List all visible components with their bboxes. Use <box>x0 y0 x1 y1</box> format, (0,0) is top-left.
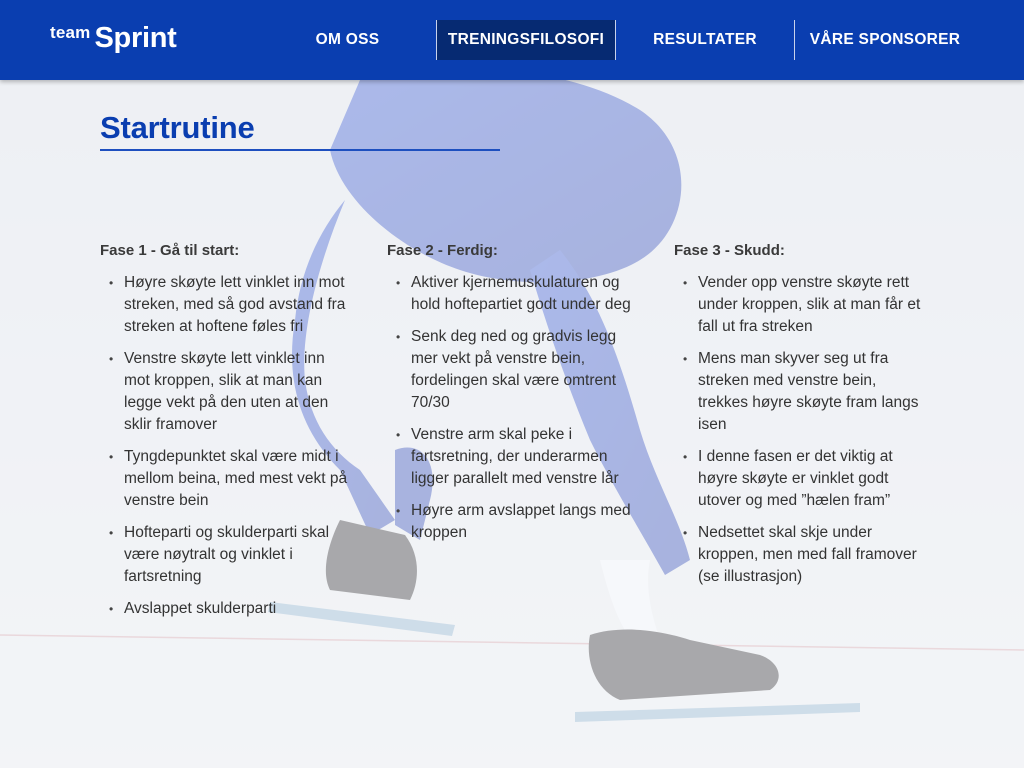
list-item: I denne fasen er det viktig at høyre skø… <box>674 446 924 512</box>
logo-sprint-text: Sprint <box>94 22 177 54</box>
list-item: Avslappet skulderparti <box>100 598 350 620</box>
phase-3-heading: Fase 3 - Skudd: <box>674 242 785 259</box>
list-item: Høyre skøyte lett vinklet inn mot streke… <box>100 272 350 338</box>
title-underline <box>100 149 500 151</box>
main-content: Startrutine Fase 1 - Gå til start: Høyre… <box>0 80 1024 768</box>
list-item: Aktiver kjernemuskulaturen og hold hofte… <box>387 272 637 316</box>
team-sprint-logo[interactable]: team Sprint <box>50 22 177 55</box>
list-item: Hofteparti og skulderparti skal være nøy… <box>100 522 350 588</box>
phase-3-column: Fase 3 - Skudd: Vender opp venstre skøyt… <box>674 240 924 598</box>
logo-team-text: team <box>50 23 91 42</box>
nav-om-oss[interactable]: OM OSS <box>290 20 405 60</box>
list-item: Venstre skøyte lett vinklet inn mot krop… <box>100 348 350 436</box>
list-item: Høyre arm avslappet langs med kroppen <box>387 500 637 544</box>
phase-2-column: Fase 2 - Ferdig: Aktiver kjernemuskulatu… <box>387 240 637 554</box>
nav-treningsfilosofi-active[interactable]: TRENINGSFILOSOFI <box>436 20 616 60</box>
nav-vare-sponsorer[interactable]: VÅRE SPONSORER <box>795 20 975 60</box>
page-title: Startrutine <box>100 110 255 145</box>
list-item: Tyngdepunktet skal være midt i mellom be… <box>100 446 350 512</box>
phase-3-list: Vender opp venstre skøyte rett under kro… <box>674 272 924 588</box>
list-item: Nedsettet skal skje under kroppen, men m… <box>674 522 924 588</box>
list-item: Vender opp venstre skøyte rett under kro… <box>674 272 924 338</box>
phase-1-list: Høyre skøyte lett vinklet inn mot streke… <box>100 272 350 620</box>
phase-2-list: Aktiver kjernemuskulaturen og hold hofte… <box>387 272 637 544</box>
phase-1-column: Fase 1 - Gå til start: Høyre skøyte lett… <box>100 240 350 630</box>
site-header: team Sprint OM OSS TRENINGSFILOSOFI RESUL… <box>0 0 1024 80</box>
nav-resultater[interactable]: RESULTATER <box>630 20 780 60</box>
list-item: Senk deg ned og gradvis legg mer vekt på… <box>387 326 637 414</box>
list-item: Mens man skyver seg ut fra streken med v… <box>674 348 924 436</box>
list-item: Venstre arm skal peke i fartsretning, de… <box>387 424 637 490</box>
phase-1-heading: Fase 1 - Gå til start: <box>100 242 240 259</box>
phase-2-heading: Fase 2 - Ferdig: <box>387 242 498 259</box>
